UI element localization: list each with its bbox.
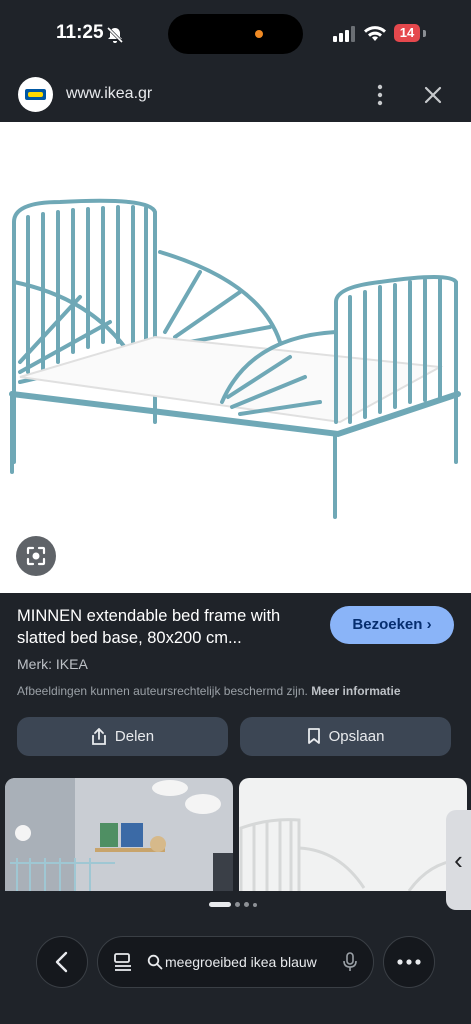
- bed-illustration: [9, 198, 461, 519]
- tabs-list-icon[interactable]: [112, 951, 134, 973]
- side-panel-tab[interactable]: ‹: [446, 810, 471, 910]
- save-label: Opslaan: [328, 728, 385, 745]
- lens-icon: [26, 546, 46, 566]
- product-image[interactable]: [0, 122, 471, 593]
- bed-closeup-image: [239, 818, 460, 891]
- cellular-signal-icon: [333, 26, 355, 42]
- chevron-left-icon: ‹: [454, 845, 463, 875]
- site-url[interactable]: www.ikea.gr: [66, 85, 152, 103]
- ikea-favicon-icon: [18, 77, 53, 112]
- wifi-icon: [364, 26, 386, 41]
- close-icon[interactable]: [420, 82, 446, 108]
- share-label: Delen: [114, 728, 155, 745]
- carousel-dot: [235, 902, 240, 907]
- chevron-right-icon: ›: [426, 616, 432, 633]
- kids-room-image: [5, 778, 233, 891]
- more-options-icon[interactable]: [370, 82, 390, 108]
- menu-button[interactable]: [383, 936, 435, 988]
- save-button[interactable]: Opslaan: [240, 717, 451, 756]
- carousel-indicator: [209, 902, 257, 907]
- bookmark-icon: [307, 728, 320, 744]
- chevron-left-icon: [55, 951, 68, 973]
- search-icon: [147, 954, 163, 970]
- battery-tip: [423, 30, 426, 37]
- more-info-link[interactable]: Meer informatie: [311, 684, 400, 698]
- carousel-dot: [253, 902, 257, 907]
- status-time: 11:25: [56, 22, 104, 43]
- lens-search-button[interactable]: [16, 536, 56, 576]
- microphone-icon[interactable]: [342, 951, 358, 973]
- share-button[interactable]: Delen: [17, 717, 228, 756]
- carousel-dot-active: [209, 902, 231, 907]
- status-bar: 11:25 14: [0, 0, 471, 70]
- battery-indicator: 14: [394, 24, 420, 42]
- visit-button-label: Bezoeken: [352, 616, 423, 633]
- related-image-thumbnail[interactable]: [5, 778, 233, 891]
- visit-button[interactable]: Bezoeken ›: [330, 606, 454, 644]
- search-query[interactable]: meegroeibed ikea blauw: [165, 954, 317, 970]
- share-icon: [91, 727, 106, 745]
- more-horizontal-icon: [397, 959, 421, 965]
- related-image-thumbnail[interactable]: [239, 778, 467, 891]
- product-brand: Merk: IKEA: [17, 656, 88, 672]
- copyright-notice: Afbeeldingen kunnen auteursrechtelijk be…: [17, 684, 401, 698]
- carousel-dot: [244, 902, 249, 907]
- dynamic-island: [168, 14, 303, 54]
- back-button[interactable]: [36, 936, 88, 988]
- bell-muted-icon: [106, 26, 124, 44]
- product-title[interactable]: MINNEN extendable bed frame with slatted…: [17, 605, 317, 649]
- recording-indicator-icon: [255, 30, 263, 38]
- copyright-text: Afbeeldingen kunnen auteursrechtelijk be…: [17, 684, 308, 698]
